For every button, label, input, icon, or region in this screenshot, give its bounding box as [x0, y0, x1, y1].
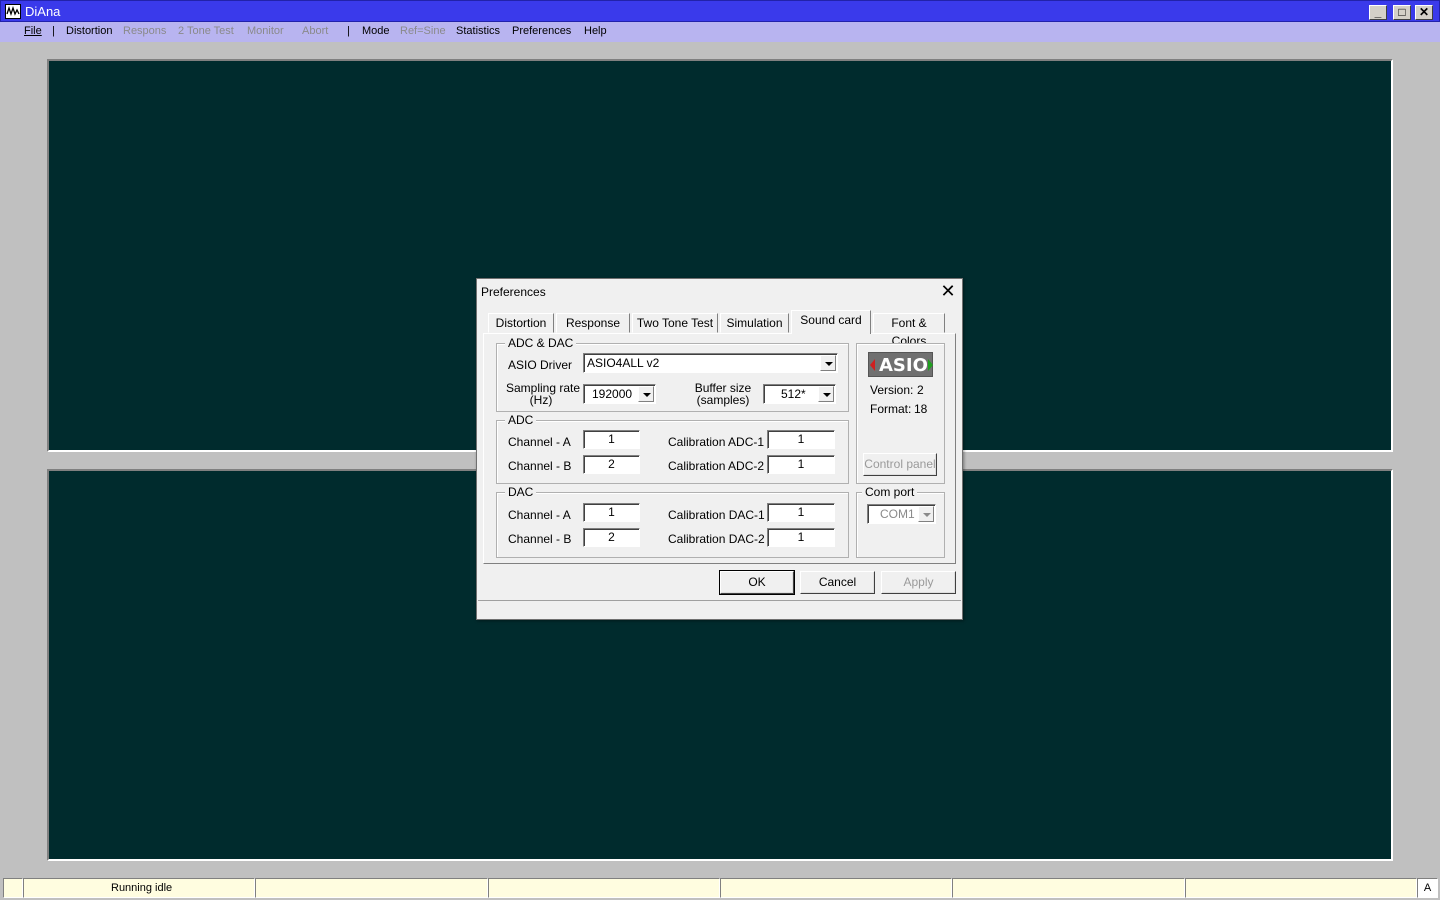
adc-cal1-input[interactable]: 1: [767, 430, 835, 449]
chevron-down-icon[interactable]: [818, 386, 834, 402]
menu-separator: |: [347, 25, 350, 37]
com-port-select[interactable]: COM1: [867, 504, 936, 524]
menu-help[interactable]: Help: [584, 25, 607, 37]
status-cell: [1185, 878, 1417, 898]
dac-channel-a-label: Channel - A: [508, 508, 571, 522]
dac-channel-b-input[interactable]: 2: [583, 528, 640, 547]
sampling-rate-label-line2: (Hz): [529, 393, 553, 407]
asio-driver-label: ASIO Driver: [508, 358, 573, 372]
dac-cal1-label: Calibration DAC-1: [668, 508, 765, 522]
adc-channel-a-label: Channel - A: [508, 435, 571, 449]
title-bar: DiAna _ □ ✕: [0, 0, 1440, 22]
adc-dac-legend: ADC & DAC: [505, 336, 577, 350]
status-bar: Running idle A: [0, 877, 1440, 900]
tab-response[interactable]: Response: [556, 313, 630, 333]
status-cell: [488, 878, 720, 898]
status-cell: [255, 878, 488, 898]
tab-font-colors[interactable]: Font & Colors: [873, 313, 945, 348]
dac-legend: DAC: [505, 485, 537, 499]
menu-statistics[interactable]: Statistics: [456, 25, 500, 37]
status-cell-running: Running idle: [23, 878, 255, 898]
com-port-legend: Com port: [862, 485, 918, 499]
asio-driver-select[interactable]: ASIO4ALL v2: [583, 353, 838, 373]
dialog-status-strip: [478, 600, 961, 619]
com-port-group: Com port COM1: [856, 485, 945, 558]
sampling-rate-value: 192000: [592, 387, 633, 401]
asio-driver-value: ASIO4ALL v2: [587, 356, 660, 370]
menu-separator: |: [52, 25, 55, 37]
tab-two-tone-test[interactable]: Two Tone Test: [632, 313, 718, 333]
status-text: Running idle: [111, 882, 173, 894]
adc-cal2-input[interactable]: 1: [767, 455, 835, 474]
dac-channel-b-label: Channel - B: [508, 532, 572, 546]
menu-distortion[interactable]: Distortion: [66, 25, 112, 37]
status-cell-mode: A: [1417, 878, 1438, 898]
asio-version-value: 2: [917, 383, 924, 397]
cancel-button[interactable]: Cancel: [800, 571, 875, 594]
sampling-rate-select[interactable]: 192000: [583, 384, 656, 404]
asio-logo: ASIO: [868, 352, 933, 377]
asio-version-label: Version:: [870, 383, 914, 397]
menu-mode[interactable]: Mode: [362, 25, 390, 37]
chevron-down-icon[interactable]: [918, 506, 934, 522]
status-cell: [720, 878, 952, 898]
asio-format-label: Format:: [870, 402, 912, 416]
window-title: DiAna: [25, 4, 61, 19]
menu-file[interactable]: File: [24, 25, 42, 37]
adc-channel-a-input[interactable]: 1: [583, 430, 640, 449]
apply-button[interactable]: Apply: [881, 571, 956, 594]
chevron-down-icon[interactable]: [820, 355, 836, 371]
sampling-rate-label: Sampling rate (Hz): [506, 382, 580, 407]
control-panel-button[interactable]: Control panel: [863, 453, 937, 476]
adc-group: ADC Channel - A 1 Calibration ADC-1 1 Ch…: [496, 413, 849, 484]
close-button[interactable]: ✕: [1415, 5, 1433, 20]
tab-distortion[interactable]: Distortion: [488, 313, 554, 333]
com-port-value: COM1: [880, 507, 915, 521]
maximize-button[interactable]: □: [1393, 5, 1411, 20]
preferences-dialog: Preferences ✕ Distortion Response Two To…: [476, 278, 963, 620]
menu-two-tone-test[interactable]: 2 Tone Test: [178, 25, 234, 37]
dialog-close-button[interactable]: ✕: [939, 282, 957, 300]
dac-cal1-input[interactable]: 1: [767, 503, 835, 522]
adc-channel-b-input[interactable]: 2: [583, 455, 640, 474]
ok-button[interactable]: OK: [719, 570, 795, 595]
adc-cal2-label: Calibration ADC-2: [668, 459, 765, 473]
tab-sound-card[interactable]: Sound card: [791, 310, 871, 334]
adc-legend: ADC: [505, 413, 537, 427]
menu-abort[interactable]: Abort: [302, 25, 328, 37]
adc-cal1-label: Calibration ADC-1: [668, 435, 765, 449]
asio-format-value: 18: [914, 402, 928, 416]
buffer-size-label: Buffer size (samples): [691, 382, 755, 406]
minimize-button[interactable]: _: [1369, 5, 1387, 20]
buffer-size-value: 512*: [781, 387, 806, 401]
buffer-size-label-line2: (samples): [696, 393, 750, 407]
tab-simulation[interactable]: Simulation: [720, 313, 789, 333]
menu-ref-sine[interactable]: Ref=Sine: [400, 25, 446, 37]
buffer-size-select[interactable]: 512*: [763, 384, 836, 404]
dac-cal2-label: Calibration DAC-2: [668, 532, 765, 546]
dac-cal2-input[interactable]: 1: [767, 528, 835, 547]
dac-group: DAC Channel - A 1 Calibration DAC-1 1 Ch…: [496, 485, 849, 558]
app-icon[interactable]: [5, 4, 21, 19]
menu-preferences[interactable]: Preferences: [512, 25, 571, 37]
menu-bar: File | Distortion Respons 2 Tone Test Mo…: [0, 22, 1440, 42]
dialog-title: Preferences: [481, 285, 546, 299]
adc-channel-b-label: Channel - B: [508, 459, 572, 473]
menu-monitor[interactable]: Monitor: [247, 25, 284, 37]
chevron-down-icon[interactable]: [638, 386, 654, 402]
dac-channel-a-input[interactable]: 1: [583, 503, 640, 522]
status-cell: [3, 878, 23, 898]
status-cell: [952, 878, 1185, 898]
menu-respons[interactable]: Respons: [123, 25, 166, 37]
adc-dac-group: ADC & DAC ASIO Driver ASIO4ALL v2 Sampli…: [496, 336, 849, 412]
asio-logo-text: ASIO: [879, 355, 928, 376]
